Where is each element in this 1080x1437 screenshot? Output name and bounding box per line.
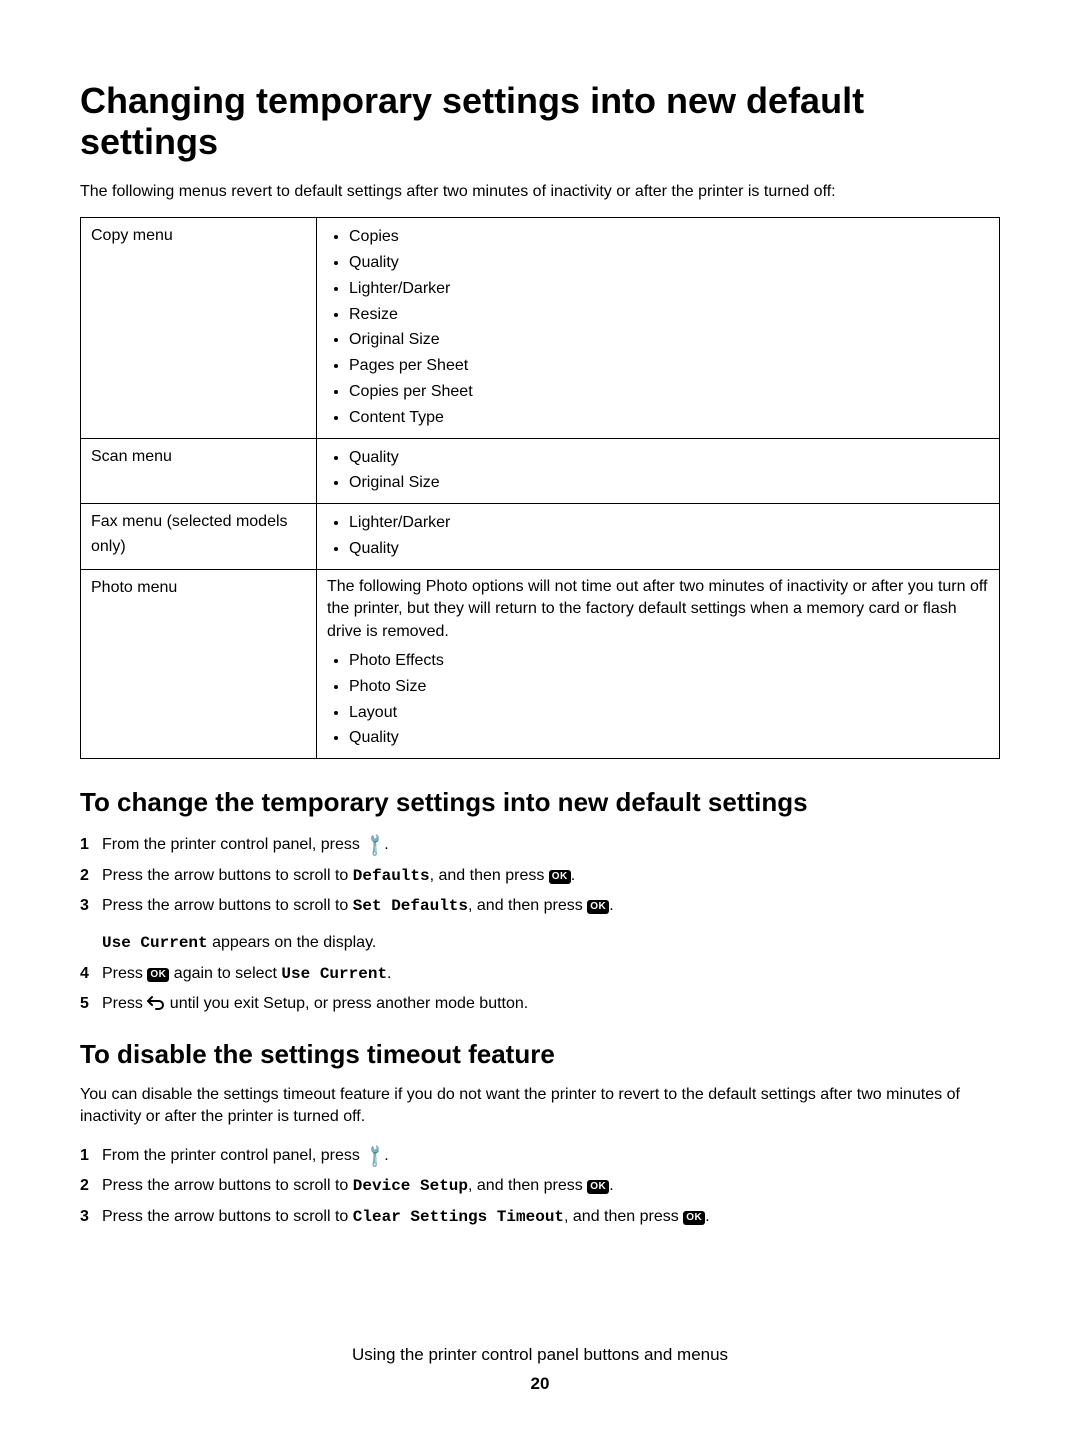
list-item: Lighter/Darker bbox=[349, 511, 989, 536]
back-arrow-icon bbox=[147, 995, 165, 1012]
menu-path: Clear Settings Timeout bbox=[353, 1208, 564, 1226]
table-cell-menu-name: Scan menu bbox=[81, 438, 317, 504]
ok-button-icon: OK bbox=[549, 870, 571, 884]
steps-change-defaults-cont: 4 Press OK again to select Use Current. … bbox=[80, 961, 1000, 1017]
display-value: Use Current bbox=[281, 965, 387, 983]
disable-intro-paragraph: You can disable the settings timeout fea… bbox=[80, 1084, 1000, 1129]
page-number: 20 bbox=[80, 1370, 1000, 1397]
ok-button-icon: OK bbox=[683, 1211, 705, 1225]
step-number: 5 bbox=[80, 991, 102, 1017]
step-item: 4 Press OK again to select Use Current. bbox=[80, 961, 1000, 988]
step-number: 4 bbox=[80, 961, 102, 988]
step-number: 2 bbox=[80, 1173, 102, 1200]
step-text: , and then press bbox=[430, 867, 549, 884]
list-item: Quality bbox=[349, 537, 989, 562]
step-item: 1 From the printer control panel, press … bbox=[80, 832, 1000, 859]
step-text: From the printer control panel, press bbox=[102, 1147, 364, 1164]
page-title: Changing temporary settings into new def… bbox=[80, 80, 1000, 163]
list-item: Lighter/Darker bbox=[349, 277, 989, 302]
step-text: , and then press bbox=[564, 1208, 683, 1225]
display-value: Use Current bbox=[102, 934, 208, 952]
page-footer: Using the printer control panel buttons … bbox=[80, 1341, 1000, 1397]
step-number: 1 bbox=[80, 832, 102, 859]
list-item: Photo Effects bbox=[349, 649, 989, 674]
step-text: until you exit Setup, or press another m… bbox=[165, 995, 528, 1012]
menu-path: Set Defaults bbox=[353, 897, 468, 915]
step-item: 5 Press until you exit Setup, or press a… bbox=[80, 991, 1000, 1017]
table-cell-menu-name: Copy menu bbox=[81, 218, 317, 438]
document-page: Changing temporary settings into new def… bbox=[0, 0, 1080, 1437]
list-item: Pages per Sheet bbox=[349, 354, 989, 379]
option-list: QualityOriginal Size bbox=[327, 446, 989, 497]
ok-button-icon: OK bbox=[587, 1180, 609, 1194]
wrench-icon: 🔧 bbox=[358, 830, 390, 862]
step-text: , and then press bbox=[468, 897, 587, 914]
step-text: Press the arrow buttons to scroll to bbox=[102, 897, 353, 914]
list-item: Copies per Sheet bbox=[349, 380, 989, 405]
table-cell-options: Lighter/DarkerQuality bbox=[317, 504, 1000, 570]
step-text: . bbox=[609, 1177, 613, 1194]
list-item: Original Size bbox=[349, 471, 989, 496]
step-text: , and then press bbox=[468, 1177, 587, 1194]
list-item: Photo Size bbox=[349, 675, 989, 700]
table-row: Copy menuCopiesQualityLighter/DarkerResi… bbox=[81, 218, 1000, 438]
step-item: 1 From the printer control panel, press … bbox=[80, 1143, 1000, 1170]
step-item: 2 Press the arrow buttons to scroll to D… bbox=[80, 1173, 1000, 1200]
list-item: Layout bbox=[349, 701, 989, 726]
ok-button-icon: OK bbox=[147, 968, 169, 982]
step-item: 2 Press the arrow buttons to scroll to D… bbox=[80, 863, 1000, 890]
table-row: Scan menuQualityOriginal Size bbox=[81, 438, 1000, 504]
step-item: 3 Press the arrow buttons to scroll to S… bbox=[80, 893, 1000, 920]
table-row: Fax menu (selected models only)Lighter/D… bbox=[81, 504, 1000, 570]
step-text: Press the arrow buttons to scroll to bbox=[102, 1208, 353, 1225]
list-item: Content Type bbox=[349, 406, 989, 431]
table-cell-options: QualityOriginal Size bbox=[317, 438, 1000, 504]
step-text: . bbox=[705, 1208, 709, 1225]
steps-disable-timeout: 1 From the printer control panel, press … bbox=[80, 1143, 1000, 1231]
table-row: Photo menuThe following Photo options wi… bbox=[81, 569, 1000, 758]
list-item: Quality bbox=[349, 251, 989, 276]
step-text: . bbox=[387, 965, 391, 982]
menu-path: Defaults bbox=[353, 867, 430, 885]
table-cell-options: The following Photo options will not tim… bbox=[317, 569, 1000, 758]
table-cell-menu-name: Fax menu (selected models only) bbox=[81, 504, 317, 570]
option-list: Photo EffectsPhoto SizeLayoutQuality bbox=[327, 649, 989, 751]
list-item: Resize bbox=[349, 303, 989, 328]
step-text: Press bbox=[102, 965, 147, 982]
footer-section-title: Using the printer control panel buttons … bbox=[80, 1341, 1000, 1368]
option-list: CopiesQualityLighter/DarkerResizeOrigina… bbox=[327, 225, 989, 430]
list-item: Quality bbox=[349, 446, 989, 471]
steps-change-defaults: 1 From the printer control panel, press … bbox=[80, 832, 1000, 920]
step-text: . bbox=[609, 897, 613, 914]
step-text: Press the arrow buttons to scroll to bbox=[102, 867, 353, 884]
table-cell-options: CopiesQualityLighter/DarkerResizeOrigina… bbox=[317, 218, 1000, 438]
step-substep: Use Current appears on the display. bbox=[102, 930, 1000, 957]
menu-path: Device Setup bbox=[353, 1177, 468, 1195]
option-list: Lighter/DarkerQuality bbox=[327, 511, 989, 562]
step-number: 3 bbox=[80, 1204, 102, 1231]
menu-revert-table: Copy menuCopiesQualityLighter/DarkerResi… bbox=[80, 217, 1000, 759]
step-text: Press the arrow buttons to scroll to bbox=[102, 1177, 353, 1194]
list-item: Copies bbox=[349, 225, 989, 250]
step-text: Press bbox=[102, 995, 147, 1012]
ok-button-icon: OK bbox=[587, 900, 609, 914]
step-text: From the printer control panel, press bbox=[102, 836, 364, 853]
step-text: . bbox=[571, 867, 575, 884]
step-number: 2 bbox=[80, 863, 102, 890]
section-heading-change-defaults: To change the temporary settings into ne… bbox=[80, 787, 1000, 818]
step-number: 3 bbox=[80, 893, 102, 920]
step-item: 3 Press the arrow buttons to scroll to C… bbox=[80, 1204, 1000, 1231]
photo-note: The following Photo options will not tim… bbox=[327, 576, 989, 643]
list-item: Original Size bbox=[349, 328, 989, 353]
step-number: 1 bbox=[80, 1143, 102, 1170]
table-cell-menu-name: Photo menu bbox=[81, 569, 317, 758]
intro-paragraph: The following menus revert to default se… bbox=[80, 181, 1000, 203]
step-text: again to select bbox=[169, 965, 281, 982]
wrench-icon: 🔧 bbox=[358, 1141, 390, 1173]
section-heading-disable-timeout: To disable the settings timeout feature bbox=[80, 1039, 1000, 1070]
list-item: Quality bbox=[349, 726, 989, 751]
step-text: appears on the display. bbox=[208, 934, 377, 951]
